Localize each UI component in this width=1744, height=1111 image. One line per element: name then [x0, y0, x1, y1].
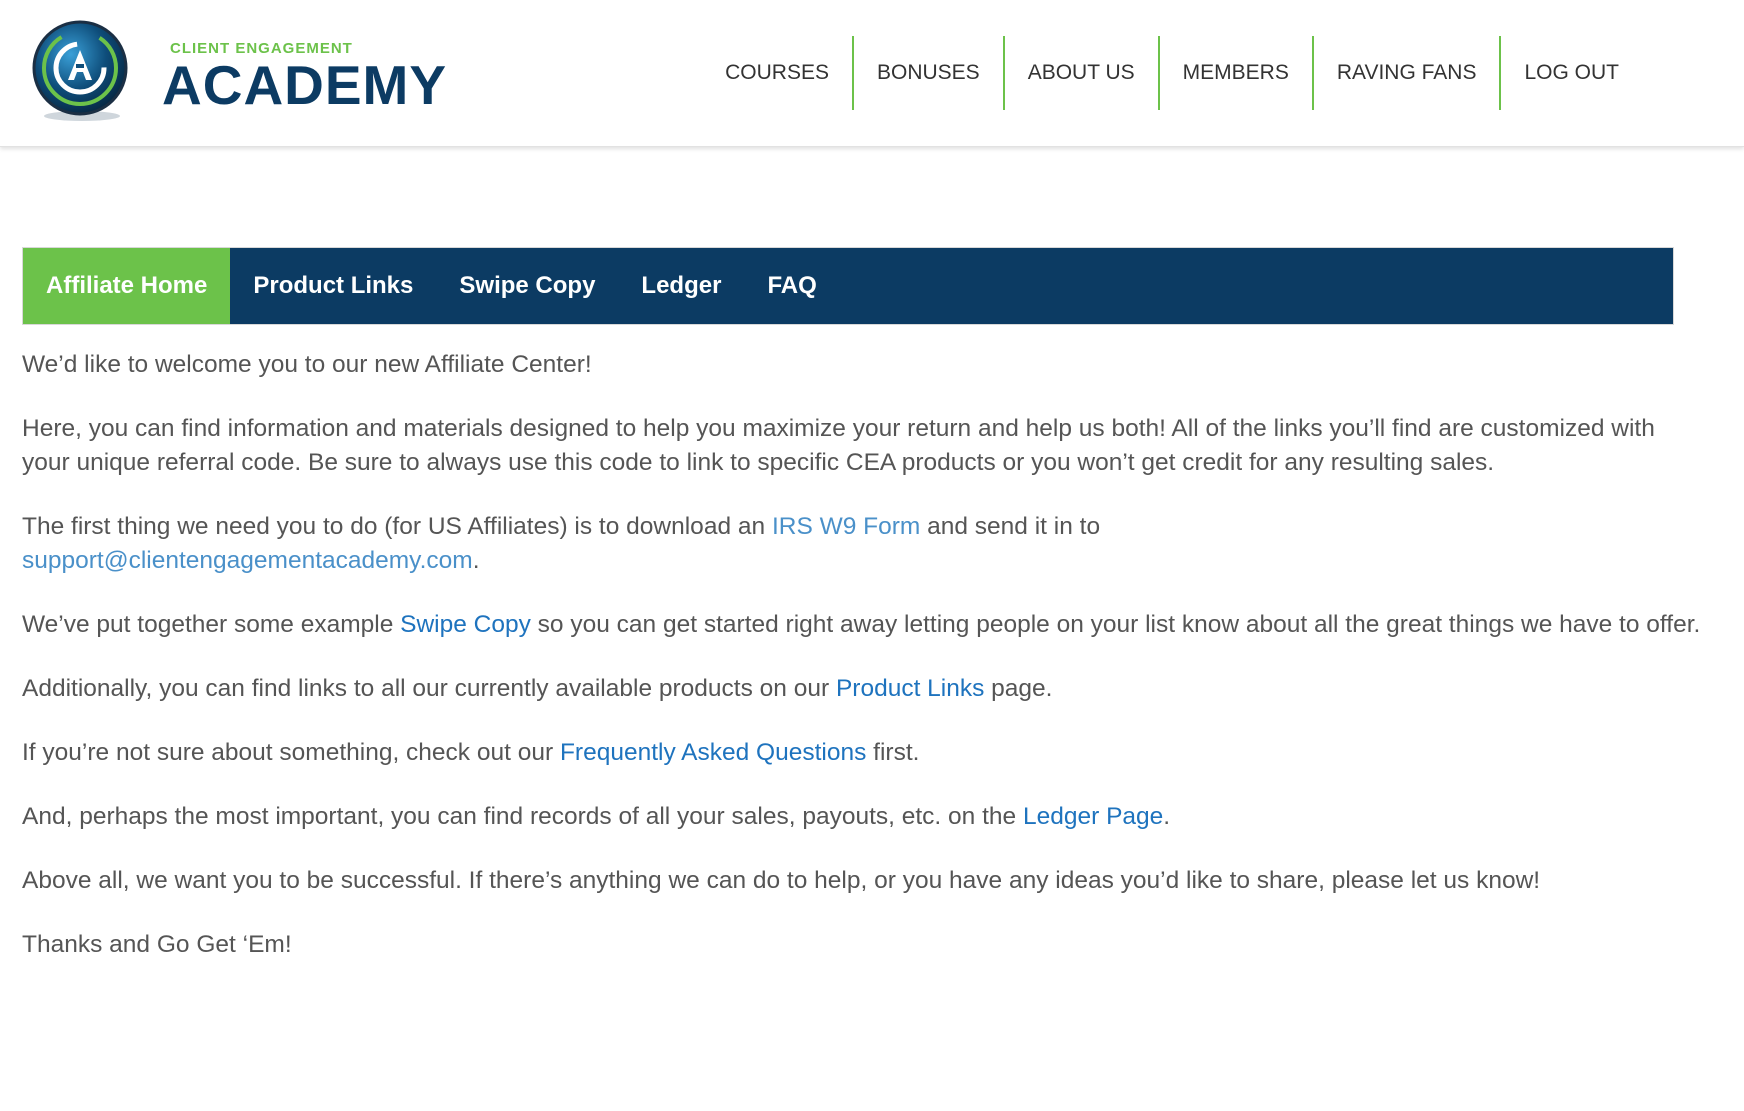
- tab-swipe-copy[interactable]: Swipe Copy: [436, 248, 618, 324]
- ledger-text-before: And, perhaps the most important, you can…: [22, 803, 1023, 830]
- w9-text-after: .: [472, 547, 480, 574]
- site-logo[interactable]: CLIENT ENGAGEMENT ACADEMY: [28, 18, 446, 128]
- main-nav: COURSES BONUSES ABOUT US MEMBERS RAVING …: [702, 36, 1744, 110]
- affiliate-tab-bar: Affiliate Home Product Links Swipe Copy …: [22, 247, 1674, 325]
- nav-log-out[interactable]: LOG OUT: [1501, 36, 1744, 110]
- logo-name: ACADEMY: [162, 54, 448, 116]
- ledger-text-after: .: [1163, 803, 1171, 830]
- w9-text-middle: and send it in to: [920, 513, 1101, 540]
- nav-raving-fans[interactable]: RAVING FANS: [1314, 36, 1502, 110]
- faq-paragraph: If you’re not sure about something, chec…: [22, 736, 1702, 770]
- faq-text-before: If you’re not sure about something, chec…: [22, 739, 560, 766]
- products-paragraph: Additionally, you can find links to all …: [22, 672, 1702, 706]
- ledger-page-link[interactable]: Ledger Page: [1023, 803, 1163, 830]
- welcome-paragraph: We’d like to welcome you to our new Affi…: [22, 351, 592, 378]
- swipe-copy-link[interactable]: Swipe Copy: [400, 611, 531, 638]
- nav-members[interactable]: MEMBERS: [1160, 36, 1314, 110]
- success-paragraph: Above all, we want you to be successful.…: [22, 867, 1541, 894]
- affiliate-content: We’d like to welcome you to our new Affi…: [22, 348, 1702, 992]
- nav-about-us[interactable]: ABOUT US: [1005, 36, 1160, 110]
- irs-w9-form-link[interactable]: IRS W9 Form: [772, 513, 920, 540]
- thanks-paragraph: Thanks and Go Get ‘Em!: [22, 931, 292, 958]
- products-text-before: Additionally, you can find links to all …: [22, 675, 836, 702]
- products-text-after: page.: [984, 675, 1053, 702]
- ledger-paragraph: And, perhaps the most important, you can…: [22, 800, 1702, 834]
- w9-text-before: The first thing we need you to do (for U…: [22, 513, 772, 540]
- w9-paragraph: The first thing we need you to do (for U…: [22, 510, 1702, 578]
- tab-product-links[interactable]: Product Links: [230, 248, 436, 324]
- nav-bonuses[interactable]: BONUSES: [854, 36, 1005, 110]
- intro-paragraph: Here, you can find information and mater…: [22, 415, 1655, 476]
- site-header: CLIENT ENGAGEMENT ACADEMY COURSES BONUSE…: [0, 0, 1744, 147]
- faq-text-after: first.: [866, 739, 920, 766]
- swipe-text-after: so you can get started right away lettin…: [530, 611, 1701, 638]
- faq-link[interactable]: Frequently Asked Questions: [560, 739, 866, 766]
- tab-faq[interactable]: FAQ: [744, 248, 839, 324]
- globe-logo-icon: [32, 20, 128, 121]
- tab-affiliate-home[interactable]: Affiliate Home: [23, 248, 231, 324]
- swipe-text-before: We’ve put together some example: [22, 611, 401, 638]
- swipe-paragraph: We’ve put together some example Swipe Co…: [22, 608, 1702, 642]
- product-links-link[interactable]: Product Links: [836, 675, 984, 702]
- support-email-link[interactable]: support@clientengagementacademy.com: [22, 547, 473, 574]
- nav-courses[interactable]: COURSES: [702, 36, 854, 110]
- tab-ledger[interactable]: Ledger: [618, 248, 744, 324]
